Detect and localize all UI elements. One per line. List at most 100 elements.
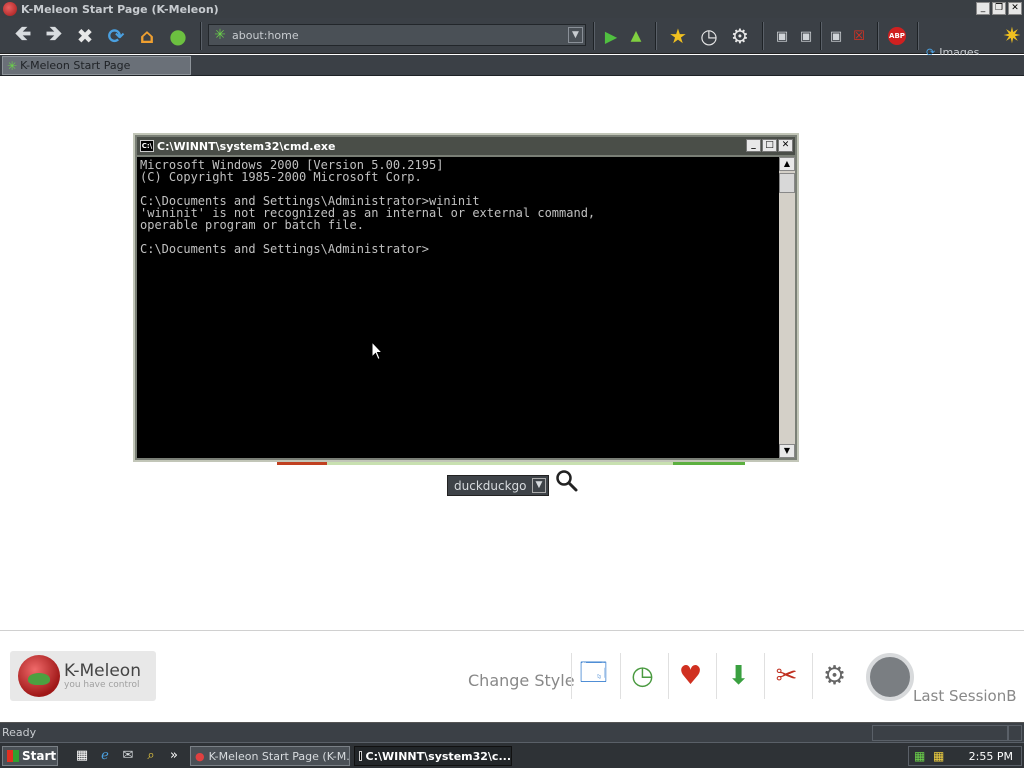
taskbar-button-kmeleon[interactable]: ● K-Meleon Start Page (K-M... xyxy=(190,746,350,766)
task-label: C:\WINNT\system32\c... xyxy=(365,749,511,763)
tab-label: K-Meleon Start Page xyxy=(20,59,131,72)
system-tray: ▦ ▦ 2:55 PM xyxy=(908,746,1022,766)
outlook-icon[interactable]: ✉ xyxy=(120,748,136,764)
change-style-link[interactable]: Change Style xyxy=(468,671,575,690)
adblock-icon[interactable]: ABP xyxy=(885,24,909,48)
cmd-app-icon: C:\ xyxy=(140,140,154,152)
kmeleon-logo[interactable]: K-Meleon you have control xyxy=(10,651,156,701)
adblock-badge: ABP xyxy=(888,27,906,45)
toolbar-separator xyxy=(820,22,822,50)
cmd-console-output[interactable]: Microsoft Windows 2000 [Version 5.00.219… xyxy=(137,157,779,458)
logo-tagline: you have control xyxy=(64,680,140,690)
toolbar-separator xyxy=(762,22,764,50)
deco-bar-green xyxy=(673,462,745,465)
tray-app-icon[interactable]: ▦ xyxy=(933,749,944,763)
cmd-window-controls: _ □ ✕ xyxy=(746,139,793,152)
mouse-cursor-icon xyxy=(371,341,383,361)
download-icon[interactable]: ⬇ xyxy=(716,653,760,699)
globe-icon[interactable]: ● xyxy=(166,24,190,48)
task-label: K-Meleon Start Page (K-M... xyxy=(208,749,350,763)
toolbar-separator xyxy=(655,22,657,50)
last-session-label[interactable]: Last SessionB xyxy=(913,687,1017,705)
logo-name: K-Meleon xyxy=(64,661,141,681)
home-icon[interactable]: ⌂ xyxy=(135,24,159,48)
reload-icon[interactable]: ⟳ xyxy=(104,24,128,48)
window-controls: _ ❐ ✕ xyxy=(976,2,1022,15)
bookmark-star-icon[interactable]: ★ xyxy=(666,24,690,48)
url-bar[interactable]: ✳ ▼ xyxy=(208,24,586,46)
search-engine-label: duckduckgo xyxy=(454,478,527,493)
status-bar: Ready xyxy=(0,722,1024,742)
url-dropdown-icon[interactable]: ▼ xyxy=(568,27,583,43)
url-input[interactable] xyxy=(232,28,562,42)
clock[interactable]: 2:55 PM xyxy=(969,750,1013,763)
tab-start-page[interactable]: ✳ K-Meleon Start Page xyxy=(2,56,191,75)
toolbar-separator xyxy=(917,22,919,50)
search-icon[interactable] xyxy=(555,469,579,493)
tools-icon[interactable]: ✂ xyxy=(764,653,808,699)
ie-icon[interactable]: ℯ xyxy=(97,748,113,764)
cmd-window[interactable]: C:\ C:\WINNT\system32\cmd.exe _ □ ✕ Micr… xyxy=(133,133,799,462)
window-1-icon[interactable]: ▣ xyxy=(770,24,794,48)
close-button[interactable]: ✕ xyxy=(1008,2,1022,15)
page-icon: ✳ xyxy=(214,27,226,43)
search-icon[interactable]: ⌕ xyxy=(143,748,159,764)
scroll-thumb[interactable] xyxy=(779,173,795,193)
status-segment xyxy=(872,725,1008,741)
window-2-icon[interactable]: ▣ xyxy=(794,24,818,48)
resize-grip-icon[interactable] xyxy=(1008,725,1022,741)
console-line: C:\Documents and Settings\Administrator> xyxy=(140,242,429,256)
quicklaunch-more-icon[interactable]: » xyxy=(166,748,182,764)
cmd-scrollbar[interactable]: ▲ ▼ xyxy=(779,157,795,458)
new-window-icon[interactable]: 🗔 xyxy=(571,653,615,699)
history-icon[interactable]: ◷ xyxy=(620,653,664,699)
window-3-icon[interactable]: ▣ xyxy=(824,24,848,48)
tab-favicon-icon: ✳ xyxy=(7,58,18,73)
up-icon[interactable]: ▲ xyxy=(624,24,648,48)
back-icon[interactable]: 🡸 xyxy=(11,21,35,48)
last-session-icon[interactable] xyxy=(866,653,914,701)
cmd-close-button[interactable]: ✕ xyxy=(778,139,793,152)
toolbar-separator xyxy=(200,22,202,50)
forward-icon[interactable]: 🡺 xyxy=(42,21,66,48)
go-icon[interactable]: ▶ xyxy=(599,24,623,48)
minimize-button[interactable]: _ xyxy=(976,2,990,15)
scroll-down-icon[interactable]: ▼ xyxy=(779,444,795,458)
start-page-bottom-panel: K-Meleon you have control Change Style 🗔… xyxy=(0,630,1024,722)
status-text: Ready xyxy=(2,726,37,739)
taskbar-button-cmd[interactable]: C:\WINNT\system32\c... xyxy=(354,746,512,766)
settings-gear-icon[interactable]: ⚙ xyxy=(728,24,752,48)
windows-logo-icon xyxy=(7,750,19,762)
window-title: K-Meleon Start Page (K-Meleon) xyxy=(21,2,219,16)
scroll-up-icon[interactable]: ▲ xyxy=(779,157,795,171)
cmd-titlebar[interactable]: C:\ C:\WINNT\system32\cmd.exe _ □ ✕ xyxy=(137,137,795,155)
network-icon[interactable]: ▦ xyxy=(914,749,925,763)
settings-icon[interactable]: ⚙ xyxy=(812,653,856,699)
stop-icon[interactable]: ✖ xyxy=(73,24,97,48)
start-label: Start xyxy=(22,749,57,763)
kmeleon-app-icon xyxy=(3,2,17,16)
desktop-icon[interactable]: ▦ xyxy=(74,748,90,764)
cmd-title: C:\WINNT\system32\cmd.exe xyxy=(157,139,336,153)
search-engine-dropdown-icon[interactable]: ▼ xyxy=(532,478,546,493)
windows-taskbar: Start ▦ ℯ ✉ ⌕ » ● K-Meleon Start Page (K… xyxy=(0,742,1024,768)
cmd-task-icon xyxy=(359,751,362,761)
cmd-minimize-button[interactable]: _ xyxy=(746,139,761,152)
toolbar-separator xyxy=(593,22,595,50)
deco-bar-light xyxy=(327,462,673,465)
search-engine-select[interactable]: duckduckgo ▼ xyxy=(447,475,549,496)
kmeleon-logo-icon xyxy=(18,655,60,697)
window-titlebar: K-Meleon Start Page (K-Meleon) _ ❐ ✕ xyxy=(0,0,1024,18)
deco-bar-red xyxy=(277,462,327,465)
kmeleon-task-icon: ● xyxy=(195,749,205,763)
cmd-maximize-button[interactable]: □ xyxy=(762,139,777,152)
restore-button[interactable]: ❐ xyxy=(992,2,1006,15)
throbber-icon: ✷ xyxy=(1002,23,1022,49)
start-button[interactable]: Start xyxy=(2,746,58,766)
tab-bar: ✳ K-Meleon Start Page xyxy=(0,55,1024,76)
console-line: operable program or batch file. xyxy=(140,218,364,232)
window-close-icon[interactable]: ☒ xyxy=(847,24,871,48)
history-clock-icon[interactable]: ◷ xyxy=(697,24,721,48)
toolbar-separator xyxy=(877,22,879,50)
favorites-heart-icon[interactable]: ♥ xyxy=(668,653,712,699)
